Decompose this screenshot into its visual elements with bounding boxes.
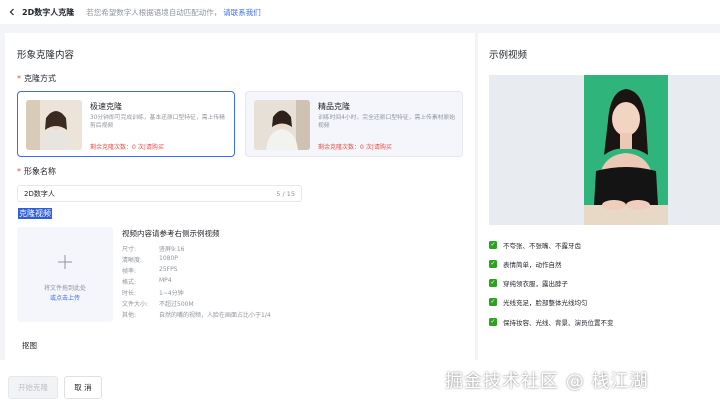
- top-bar: 2D数字人克隆 若您希望数字人根据语境自动匹配动作， 请联系我们: [0, 0, 720, 24]
- clone-content-panel: 形象克隆内容 * 克隆方式 极速克隆 30分钟即可完成训练，基本还原口型特征，需上…: [5, 33, 475, 360]
- keyout-label: 抠图: [22, 341, 37, 350]
- hint-text: 若您希望数字人根据语境自动匹配动作， 请联系我们: [86, 7, 261, 18]
- name-input-value: 2D数字人: [24, 189, 55, 198]
- premium-clone-title: 精品克隆: [318, 102, 350, 111]
- checkmark-icon: ✓: [489, 279, 497, 287]
- check-item: ✓ 穿纯领衣服，露出脖子: [489, 278, 568, 288]
- checkmark-icon: ✓: [489, 241, 497, 249]
- spec-key: 尺寸:: [122, 246, 137, 253]
- spec-key: 时长:: [122, 290, 137, 297]
- example-video-frame: [489, 75, 720, 225]
- premium-clone-thumbnail: [254, 100, 310, 150]
- upload-drag-text: 将文件拖到此处: [43, 285, 86, 292]
- spec-value: 自然的嘴的视频，人脸在画面占比小于1/4: [159, 312, 271, 319]
- spec-row: 文件大小: 不超过500M: [122, 299, 194, 308]
- premium-clone-card[interactable]: 精品克隆 训练时间4小时，完全还原口型特征，需上传素材原始视频 剩余克隆次数：0…: [245, 91, 463, 157]
- fast-clone-card[interactable]: 极速克隆 30分钟即可完成训练，基本还原口型特征，需上传精剪后视频 剩余克隆次数…: [17, 91, 235, 157]
- spec-value: 1~4分钟: [159, 290, 184, 297]
- spec-row: 尺寸: 竖屏9:16: [122, 244, 184, 253]
- chevron-left-icon[interactable]: [6, 6, 18, 18]
- check-text: 不夸张、不张嘴、不露牙齿: [503, 242, 581, 250]
- spec-value: 竖屏9:16: [159, 246, 185, 253]
- check-text: 光线充足，脸部整体光线均匀: [503, 299, 588, 307]
- spec-value: MP4: [159, 277, 172, 284]
- fast-clone-description: 30分钟即可完成训练，基本还原口型特征，需上传精剪后视频: [90, 115, 225, 129]
- premium-clone-remaining: 剩余克隆次数：0 次|请购买: [318, 142, 392, 151]
- page-title: 2D数字人克隆: [22, 7, 75, 17]
- name-label-text: 形象名称: [24, 167, 56, 176]
- spec-row: 清晰度: 1080P: [122, 255, 178, 264]
- example-section-title: 示例视频: [489, 50, 528, 61]
- spec-value: 1080P: [159, 255, 178, 262]
- name-char-count: 5 / 15: [276, 189, 295, 198]
- spec-key: 清晰度:: [122, 257, 143, 264]
- watermark: 掘金技术社区 @ 栈江湖: [445, 371, 649, 392]
- clone-video-label: 克隆视频: [18, 208, 52, 219]
- name-label: * 形象名称: [17, 167, 56, 176]
- spec-key: 格式:: [122, 279, 137, 286]
- check-item: ✓ 不夸张、不张嘴、不露牙齿: [489, 240, 581, 250]
- checkmark-icon: ✓: [489, 318, 497, 326]
- check-item: ✓ 表情简单，动作自然: [489, 259, 562, 269]
- spec-key: 帧率:: [122, 268, 137, 275]
- spec-value: 25FPS: [159, 266, 178, 273]
- buy-link[interactable]: 次|请购买: [138, 144, 164, 151]
- upload-dropzone[interactable]: 将文件拖到此处 或点击上传: [17, 227, 113, 322]
- check-item: ✓ 光线充足，脸部整体光线均匀: [489, 297, 588, 307]
- spec-key: 文件大小:: [122, 301, 149, 308]
- section-title: 形象克隆内容: [17, 50, 75, 61]
- spec-row: 帧率: 25FPS: [122, 266, 178, 275]
- upload-click-link[interactable]: 或点击上传: [17, 293, 113, 302]
- check-text: 保持妆容、光线、背景、演员位置不变: [503, 319, 614, 327]
- spec-row: 其他: 自然的嘴的视频，人脸在画面占比小于1/4: [122, 310, 271, 319]
- remaining-count: 剩余克隆次数：0: [90, 144, 136, 151]
- premium-clone-description: 训练时间4小时，完全还原口型特征，需上传素材原始视频: [318, 115, 456, 129]
- check-item: ✓ 保持妆容、光线、背景、演员位置不变: [489, 317, 614, 327]
- requirements-title: 视频内容请参考右侧示例视频: [122, 229, 220, 238]
- example-video[interactable]: [584, 75, 668, 225]
- name-input[interactable]: 2D数字人 5 / 15: [17, 185, 302, 202]
- checkmark-icon: ✓: [489, 298, 497, 306]
- check-text: 表情简单，动作自然: [503, 261, 562, 269]
- clone-method-label: * 克隆方式: [17, 74, 56, 83]
- start-clone-button[interactable]: 开始克隆: [8, 376, 58, 399]
- spec-row: 时长: 1~4分钟: [122, 288, 184, 297]
- fast-clone-remaining: 剩余克隆次数：0 次|请购买: [90, 142, 164, 151]
- clone-method-text: 克隆方式: [24, 74, 56, 83]
- contact-us-link[interactable]: 请联系我们: [223, 8, 261, 17]
- spec-key: 其他:: [122, 312, 137, 319]
- spec-row: 格式: MP4: [122, 277, 172, 286]
- fast-clone-title: 极速克隆: [90, 102, 122, 111]
- buy-link[interactable]: 次|请购买: [366, 144, 392, 151]
- plus-icon: [57, 253, 73, 275]
- cancel-button[interactable]: 取 消: [64, 376, 102, 399]
- hint-message: 若您希望数字人根据语境自动匹配动作，: [86, 7, 222, 17]
- fast-clone-thumbnail: [26, 100, 82, 150]
- checkmark-icon: ✓: [489, 260, 497, 268]
- remaining-count: 剩余克隆次数：0: [318, 144, 364, 151]
- check-text: 穿纯领衣服，露出脖子: [503, 280, 568, 288]
- spec-value: 不超过500M: [159, 301, 194, 308]
- example-video-panel: 示例视频 ✓ 不夸张、不张嘴、不露牙齿 ✓ 表情简单，动作自然 ✓ 穿纯领衣服，露出脖…: [478, 33, 720, 360]
